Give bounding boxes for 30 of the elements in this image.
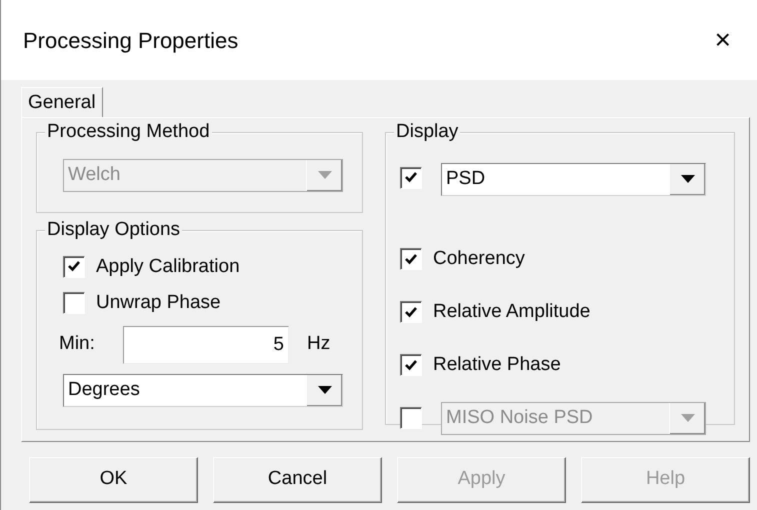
checkmark-icon — [405, 254, 417, 264]
checkmark-icon — [405, 172, 417, 183]
checkmark-icon — [405, 360, 417, 370]
dialog-button[interactable]: Cancel — [213, 456, 382, 502]
dropdown[interactable]: Degrees — [63, 374, 343, 406]
caret-icon — [680, 414, 694, 422]
caret-icon — [318, 171, 332, 179]
checkbox[interactable] — [400, 301, 422, 323]
checkbox-label: Coherency — [433, 246, 525, 271]
checkbox[interactable] — [400, 248, 422, 270]
dropdown[interactable]: PSD — [441, 162, 706, 196]
checkbox[interactable] — [400, 354, 422, 376]
caret-icon — [680, 175, 694, 183]
tab[interactable]: General — [21, 87, 103, 117]
checkbox-label: Apply Calibration — [96, 254, 240, 278]
checkmark-icon — [405, 306, 417, 318]
checkbox[interactable] — [63, 292, 85, 314]
caret-icon — [318, 386, 332, 394]
dialog-button[interactable]: OK — [29, 456, 198, 502]
field-label: Min: — [59, 332, 96, 356]
checkbox-label: Unwrap Phase — [96, 291, 221, 315]
checkbox[interactable] — [400, 166, 422, 188]
checkbox-label: Relative Amplitude — [433, 300, 590, 324]
window-title: Processing Properties — [23, 26, 238, 55]
close-button[interactable]: × — [710, 26, 735, 54]
checkmark-icon — [68, 261, 80, 272]
unit-label: Hz — [307, 332, 330, 356]
input-field[interactable]: 5 — [123, 326, 289, 364]
checkbox[interactable] — [63, 256, 85, 278]
checkbox-label: Relative Phase — [433, 352, 561, 377]
